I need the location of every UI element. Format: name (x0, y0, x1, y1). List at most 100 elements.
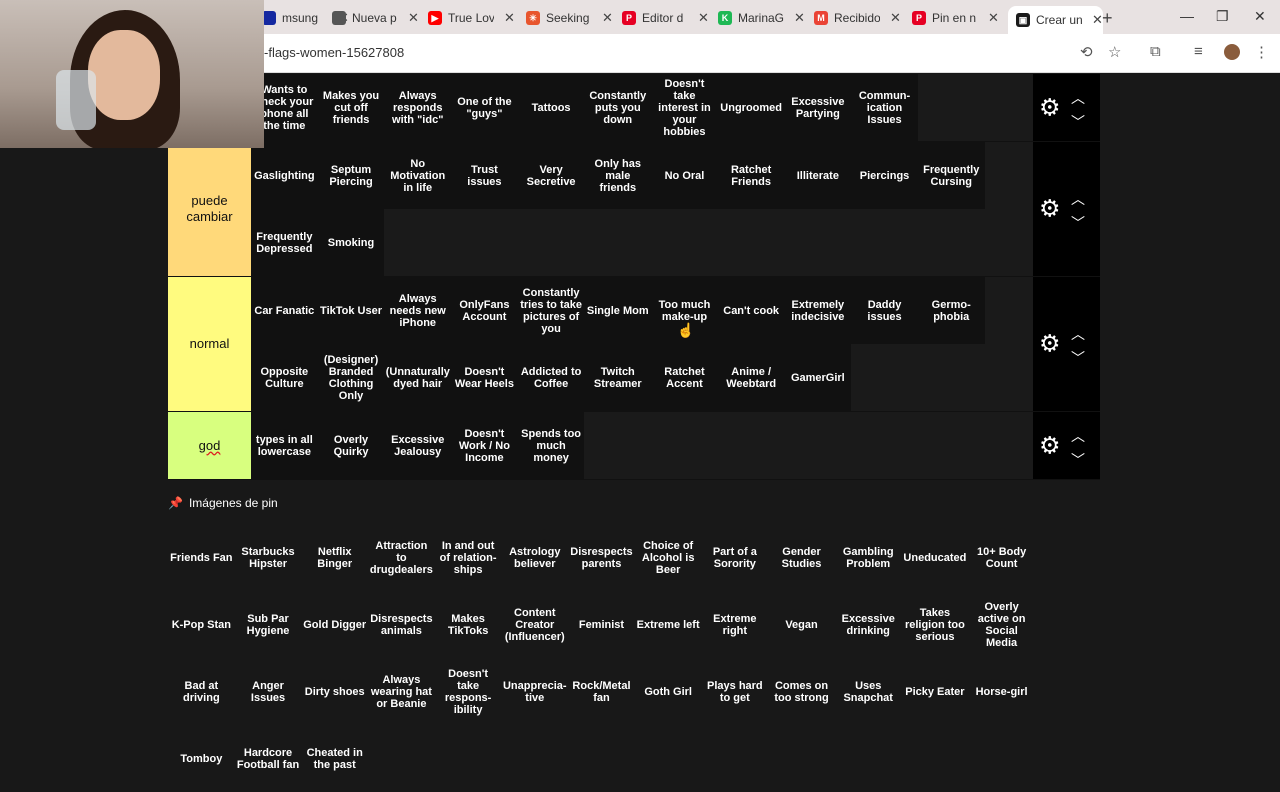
move-tier-down-icon[interactable]: ﹀ (1071, 348, 1085, 368)
pin-item-card[interactable]: Gender Studies (768, 524, 835, 591)
pin-item-card[interactable]: K-Pop Stan (168, 591, 235, 658)
tier-item-card[interactable]: Constantly puts you down (584, 74, 652, 141)
move-tier-up-icon[interactable]: ︿ (1071, 189, 1085, 209)
tier-item-card[interactable]: One of the "guys" (451, 74, 518, 141)
pin-item-card[interactable]: Horse-girl (968, 658, 1035, 725)
pin-item-card[interactable]: Picky Eater (901, 658, 969, 725)
bookmark-star-icon[interactable]: ☆ (1108, 43, 1121, 61)
new-tab-button[interactable]: + (1102, 8, 1113, 29)
tier-item-card[interactable]: Very Secretive (517, 142, 585, 209)
tier-item-card[interactable]: Frequently Depressed (251, 209, 318, 276)
pin-item-card[interactable]: Gold Digger (301, 591, 369, 658)
pin-item-card[interactable]: Makes TikToks (434, 591, 502, 658)
tab-close-icon[interactable]: ✕ (988, 10, 999, 26)
tier-item-card[interactable]: Only has male friends (584, 142, 652, 209)
move-tier-down-icon[interactable]: ﹀ (1071, 213, 1085, 233)
translate-icon[interactable]: ⟲ (1080, 43, 1093, 61)
tier-item-card[interactable]: Frequently Cursing (917, 142, 985, 209)
tier-item-card[interactable]: Car Fanatic (251, 277, 318, 344)
tier-settings-gear-icon[interactable]: ⚙ (1039, 93, 1061, 122)
tier-item-card[interactable]: Can't cook (717, 277, 785, 344)
pin-item-card[interactable]: Overly active on Social Media (968, 591, 1035, 658)
tier-item-card[interactable]: Anime / Weebtard (717, 344, 785, 411)
tier-item-card[interactable]: GamerGirl (784, 344, 852, 411)
move-tier-up-icon[interactable]: ︿ (1071, 426, 1085, 446)
pin-item-card[interactable]: Uses Snapchat (834, 658, 902, 725)
tier-settings-gear-icon[interactable]: ⚙ (1039, 330, 1061, 359)
tier-item-card[interactable]: Overly Quirky (317, 412, 385, 479)
pin-item-card[interactable]: Rock/Metal fan (568, 658, 635, 725)
browser-tab[interactable]: P Pin en n ✕ (912, 6, 999, 30)
tier-item-card[interactable]: Addicted to Coffee (517, 344, 585, 411)
browser-tab[interactable]: ✳ Seeking ✕ (526, 6, 613, 30)
profile-avatar[interactable] (1224, 44, 1240, 60)
pin-item-card[interactable]: Plays hard to get (701, 658, 769, 725)
browser-tab[interactable]: M Recibido ✕ (814, 6, 901, 30)
pin-item-card[interactable]: Doesn't take respons-ibility (434, 658, 502, 725)
pin-item-card[interactable]: In and out of relation-ships (434, 524, 502, 591)
tier-item-card[interactable]: Germo-phobia (917, 277, 985, 344)
tier-item-card[interactable]: Constantly tries to take pictures of you (517, 277, 585, 344)
pin-item-card[interactable]: Part of a Sorority (701, 524, 769, 591)
tier-item-card[interactable]: Doesn't Wear Heels (451, 344, 518, 411)
tier-item-card[interactable]: Smoking (317, 209, 385, 276)
tab-close-icon[interactable]: ✕ (890, 10, 901, 26)
tier-item-card[interactable]: Tattoos (517, 74, 585, 141)
pin-item-card[interactable]: Disrespects parents (568, 524, 635, 591)
tier-item-card[interactable]: Always responds with "idc" (384, 74, 452, 141)
move-tier-up-icon[interactable]: ︿ (1071, 324, 1085, 344)
tier-label[interactable]: puede cambiar (168, 142, 251, 276)
pin-item-card[interactable]: Vegan (768, 591, 835, 658)
tier-item-card[interactable]: Makes you cut off friends (317, 74, 385, 141)
pin-item-card[interactable]: Bad at driving (168, 658, 235, 725)
tier-item-card[interactable]: Doesn't take interest in your hobbies (651, 74, 718, 141)
tier-item-card[interactable]: Always needs new iPhone (384, 277, 452, 344)
pin-item-card[interactable]: Takes religion too serious (901, 591, 969, 658)
tier-item-card[interactable]: No Motivation in life (384, 142, 452, 209)
pin-item-card[interactable]: Always wearing hat or Beanie (368, 658, 435, 725)
pin-item-card[interactable]: Feminist (568, 591, 635, 658)
pin-item-card[interactable]: Tomboy (168, 725, 235, 792)
tier-label[interactable]: god (168, 412, 251, 479)
pin-item-card[interactable]: Anger Issues (234, 658, 302, 725)
tier-item-card[interactable]: Twitch Streamer (584, 344, 652, 411)
pin-item-card[interactable]: Dirty shoes (301, 658, 369, 725)
media-control-icon[interactable]: ≡ (1194, 43, 1203, 60)
tier-item-card[interactable]: Trust issues (451, 142, 518, 209)
browser-tab[interactable]: P Editor d ✕ (622, 6, 709, 30)
pin-item-card[interactable]: Comes on too strong (768, 658, 835, 725)
pin-item-card[interactable]: Disrespects animals (368, 591, 435, 658)
move-tier-up-icon[interactable]: ︿ (1071, 88, 1085, 108)
tier-item-card[interactable]: TikTok User (317, 277, 385, 344)
tier-item-card[interactable]: Piercings (851, 142, 918, 209)
tier-item-card[interactable]: OnlyFans Account (451, 277, 518, 344)
pin-item-card[interactable]: Content Creator (Influencer) (501, 591, 569, 658)
tab-close-icon[interactable]: ✕ (698, 10, 709, 26)
pin-item-card[interactable]: Extreme left (634, 591, 702, 658)
tier-item-card[interactable]: Commun-ication Issues (851, 74, 918, 141)
tier-item-card[interactable]: Spends too much money (517, 412, 585, 479)
pin-item-card[interactable]: Excessive drinking (834, 591, 902, 658)
pin-item-card[interactable]: Gambling Problem (834, 524, 902, 591)
tier-item-card[interactable]: Extremely indecisive (784, 277, 852, 344)
url-field[interactable]: -flags-women-15627808 (264, 45, 404, 60)
pin-item-card[interactable]: Goth Girl (634, 658, 702, 725)
window-close-button[interactable]: ✕ (1254, 8, 1266, 25)
tier-item-card[interactable]: types in all lowercase (251, 412, 318, 479)
pin-item-card[interactable]: Netflix Binger (301, 524, 369, 591)
pin-item-card[interactable]: Unapprecia-tive (501, 658, 569, 725)
pin-item-card[interactable]: Uneducated (901, 524, 969, 591)
browser-tab[interactable]: ▣ Crear un ✕ (1008, 6, 1103, 34)
tab-close-icon[interactable]: ✕ (602, 10, 613, 26)
tier-settings-gear-icon[interactable]: ⚙ (1039, 195, 1061, 224)
tab-close-icon[interactable]: ✕ (504, 10, 515, 26)
move-tier-down-icon[interactable]: ﹀ (1071, 450, 1085, 470)
pin-item-card[interactable]: Sub Par Hygiene (234, 591, 302, 658)
pin-item-card[interactable]: Attraction to drugdealers (368, 524, 435, 591)
pin-item-card[interactable]: 10+ Body Count (968, 524, 1035, 591)
tier-item-card[interactable]: Gaslighting (251, 142, 318, 209)
tier-item-card[interactable]: Septum Piercing (317, 142, 385, 209)
tier-item-card[interactable]: Ratchet Accent (651, 344, 718, 411)
tier-item-card[interactable]: Daddy issues (851, 277, 918, 344)
move-tier-down-icon[interactable]: ﹀ (1071, 112, 1085, 132)
